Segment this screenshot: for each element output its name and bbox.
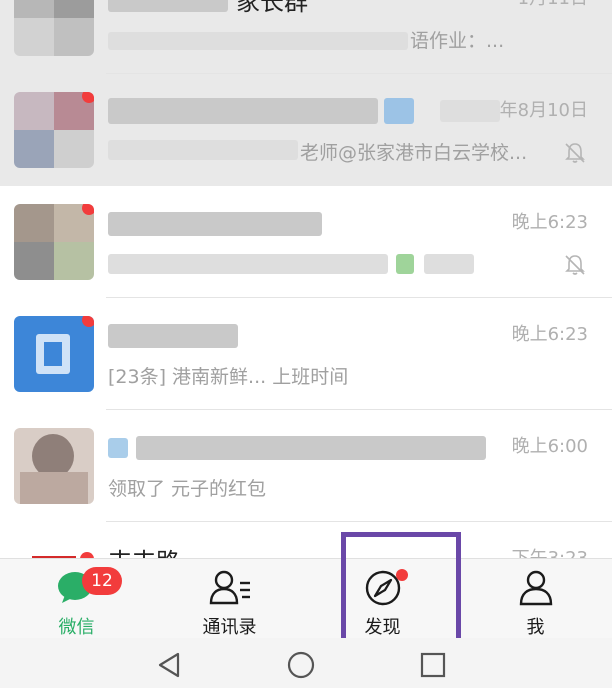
chat-preview: 领取了 元子的红包 (108, 478, 267, 500)
home-circle-icon[interactable] (286, 650, 316, 680)
unread-dot (82, 316, 94, 327)
tab-wechat[interactable]: 12 微信 (0, 559, 153, 639)
avatar (14, 540, 94, 558)
avatar (14, 204, 94, 280)
tab-discover[interactable]: 发现 (306, 559, 459, 639)
chat-preview: 语作业：... (410, 30, 505, 52)
chat-time: 晚上6:23 (511, 324, 588, 345)
contacts-icon (209, 570, 250, 605)
tab-label: 通讯录 (202, 617, 257, 638)
chat-time: 1月11日 (518, 0, 588, 10)
tab-contacts[interactable]: 通讯录 (153, 559, 306, 639)
tab-me[interactable]: 我 (459, 559, 612, 639)
chat-time: 下午3:23 (512, 544, 588, 558)
avatar (14, 428, 94, 504)
system-nav-bar (0, 638, 612, 688)
avatar (14, 316, 94, 392)
bottom-tab-bar: 12 微信 通讯录 发现 我 (0, 558, 612, 639)
avatar (14, 92, 94, 168)
chat-name: 丰丰路 (108, 542, 180, 558)
chat-preview: [23条] 港南新鲜... 上班时间 (108, 366, 349, 388)
chat-time: 年8月10日 (499, 100, 588, 121)
tab-label: 我 (526, 617, 545, 638)
chat-time: 晚上6:23 (511, 212, 588, 233)
tab-label: 发现 (364, 617, 401, 638)
chat-row[interactable]: 领取了 元子的红包 晚上6:00 (0, 410, 612, 522)
chat-row[interactable]: [23条] 港南新鲜... 上班时间 晚上6:23 (0, 298, 612, 410)
unread-dot (82, 92, 94, 103)
avatar (14, 0, 94, 56)
chat-row[interactable]: 晚上6:23 (0, 186, 612, 298)
chat-time: 晚上6:00 (511, 436, 588, 457)
tab-label: 微信 (58, 617, 95, 638)
chat-row[interactable]: 家长群 语作业：... 1月11日 (0, 0, 612, 74)
chat-row[interactable]: 老师@张家港市白云学校... 年8月10日 (0, 74, 612, 186)
chat-preview: 老师@张家港市白云学校... (300, 142, 528, 164)
person-icon (519, 570, 552, 606)
unread-count-badge: 12 (82, 567, 122, 595)
muted-bell-icon (565, 255, 585, 275)
chat-row[interactable]: 丰丰路 下午3:23 (0, 522, 612, 558)
new-content-dot (396, 569, 408, 581)
muted-bell-icon (565, 143, 585, 163)
recents-square-icon[interactable] (418, 650, 448, 680)
unread-dot (82, 204, 94, 215)
chat-name: 家长群 (236, 0, 308, 16)
chat-list: 家长群 语作业：... 1月11日 老师@张家港市白云学校... 年8月10日 (0, 0, 612, 558)
back-triangle-icon[interactable] (154, 650, 184, 680)
